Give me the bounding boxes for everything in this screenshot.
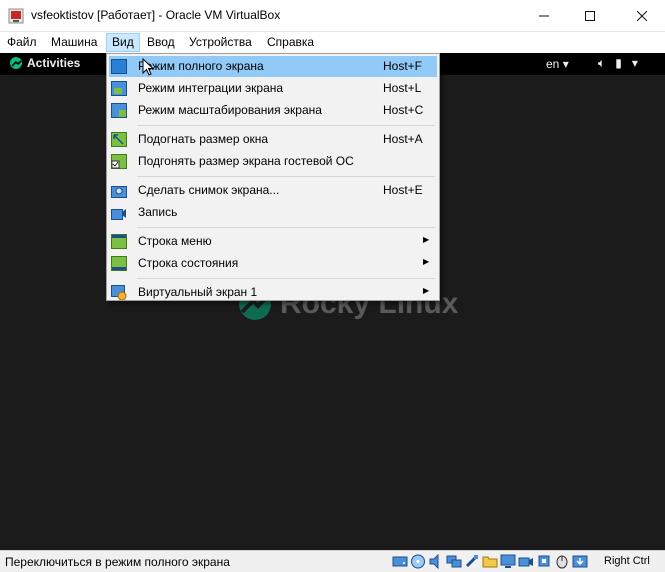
menu-item-shortcut: Host+C xyxy=(383,103,424,117)
device-indicators xyxy=(392,554,588,569)
adjust-window-icon xyxy=(111,132,127,147)
statusbar-icon xyxy=(111,256,127,271)
system-menu[interactable]: 🔈︎ ▮ ▾ xyxy=(598,56,638,71)
menu-item-label: Режим интеграции экрана xyxy=(138,81,284,95)
virtualbox-icon xyxy=(8,8,24,24)
close-icon xyxy=(637,11,647,21)
menu-file[interactable]: Файл xyxy=(2,33,42,52)
menu-devices[interactable]: Устройства xyxy=(184,33,257,52)
menu-item-label: Сделать снимок экрана... xyxy=(138,183,280,197)
activities-button[interactable]: Activities xyxy=(10,56,80,70)
submenu-arrow-icon: ▶ xyxy=(423,235,430,244)
menu-item-shortcut: Host+L xyxy=(383,81,422,95)
chevron-down-icon: ▾ xyxy=(562,57,569,71)
menu-item-shortcut: Host+F xyxy=(383,59,423,73)
submenu-arrow-icon: ▶ xyxy=(423,286,430,295)
fullscreen-mode-icon xyxy=(111,59,127,74)
view-menu-dropdown: Режим полного экрана Host+F Режим интегр… xyxy=(106,53,440,301)
menu-view[interactable]: Вид xyxy=(106,33,140,52)
menu-item-statusbar[interactable]: Строка состояния ▶ xyxy=(109,253,437,274)
auto-resize-guest-icon xyxy=(111,154,127,169)
mouse-integration-icon[interactable] xyxy=(554,554,570,569)
host-key-label: Right Ctrl xyxy=(604,555,650,567)
menu-machine[interactable]: Машина xyxy=(46,33,102,52)
menu-item-shortcut: Host+E xyxy=(383,183,423,197)
menu-item-seamless[interactable]: Режим интеграции экрана Host+L xyxy=(109,78,437,99)
audio-icon[interactable] xyxy=(428,554,444,569)
mouse-cursor-icon xyxy=(142,58,154,76)
menu-input[interactable]: Ввод xyxy=(142,33,180,52)
display-icon[interactable] xyxy=(500,554,516,569)
menu-separator xyxy=(137,278,435,279)
menu-item-label: Режим масштабирования экрана xyxy=(138,103,322,117)
battery-icon: ▮ xyxy=(615,56,622,70)
record-icon xyxy=(111,209,126,220)
menu-item-scale[interactable]: Режим масштабирования экрана Host+C xyxy=(109,100,437,121)
menu-separator xyxy=(137,176,435,177)
menu-item-menubar[interactable]: Строка меню ▶ xyxy=(109,231,437,252)
menu-item-adjust-window[interactable]: Подогнать размер окна Host+A xyxy=(109,129,437,150)
title-bar: vsfeoktistov [Работает] - Oracle VM Virt… xyxy=(0,0,665,32)
activities-label: Activities xyxy=(27,56,81,70)
menubar-icon xyxy=(111,234,127,249)
status-message: Переключиться в режим полного экрана xyxy=(5,555,230,569)
virtual-screen-icon xyxy=(111,285,127,300)
network-icon[interactable] xyxy=(446,554,462,569)
menu-separator xyxy=(137,227,435,228)
usb-icon[interactable] xyxy=(464,554,480,569)
volume-icon: 🔈︎ xyxy=(598,56,606,70)
scale-mode-icon xyxy=(111,103,127,118)
menu-item-record[interactable]: Запись xyxy=(109,202,437,223)
rocky-logo-icon xyxy=(10,57,22,69)
menu-item-shortcut: Host+A xyxy=(383,132,423,146)
menu-item-label: Строка состояния xyxy=(138,256,239,270)
shared-folders-icon[interactable] xyxy=(482,554,498,569)
submenu-arrow-icon: ▶ xyxy=(423,257,430,266)
keyboard-capture-icon[interactable] xyxy=(572,554,588,569)
video-capture-icon[interactable] xyxy=(518,554,534,569)
screenshot-icon xyxy=(111,186,127,198)
minimize-icon xyxy=(539,15,549,17)
chevron-down-icon: ▾ xyxy=(631,56,638,70)
language-indicator[interactable]: en ▾ xyxy=(546,57,569,71)
menu-separator xyxy=(137,125,435,126)
window-title: vsfeoktistov [Работает] - Oracle VM Virt… xyxy=(31,8,281,22)
menu-item-label: Режим полного экрана xyxy=(138,59,264,73)
menu-item-fullscreen[interactable]: Режим полного экрана Host+F xyxy=(109,56,437,77)
maximize-icon xyxy=(585,11,595,21)
close-button[interactable] xyxy=(619,0,665,32)
menu-bar: Файл Машина Вид Ввод Устройства Справка xyxy=(0,32,665,52)
optical-drive-icon[interactable] xyxy=(410,554,426,569)
status-bar: Переключиться в режим полного экрана Rig… xyxy=(0,550,665,572)
language-label: en xyxy=(546,57,560,71)
hard-disk-icon[interactable] xyxy=(392,554,408,569)
menu-item-screenshot[interactable]: Сделать снимок экрана... Host+E xyxy=(109,180,437,201)
seamless-mode-icon xyxy=(111,81,127,96)
maximize-button[interactable] xyxy=(567,0,613,32)
menu-item-label: Запись xyxy=(138,205,178,219)
menu-help[interactable]: Справка xyxy=(262,33,319,52)
menu-item-virtual-screen[interactable]: Виртуальный экран 1 ▶ xyxy=(109,282,437,303)
menu-item-label: Подгонять размер экрана гостевой ОС xyxy=(138,154,354,168)
menu-item-auto-resize[interactable]: Подгонять размер экрана гостевой ОС xyxy=(109,151,437,172)
menu-item-label: Строка меню xyxy=(138,234,212,248)
minimize-button[interactable] xyxy=(521,0,567,32)
cpu-icon[interactable] xyxy=(536,554,552,569)
menu-item-label: Подогнать размер окна xyxy=(138,132,269,146)
menu-item-label: Виртуальный экран 1 xyxy=(138,285,258,299)
